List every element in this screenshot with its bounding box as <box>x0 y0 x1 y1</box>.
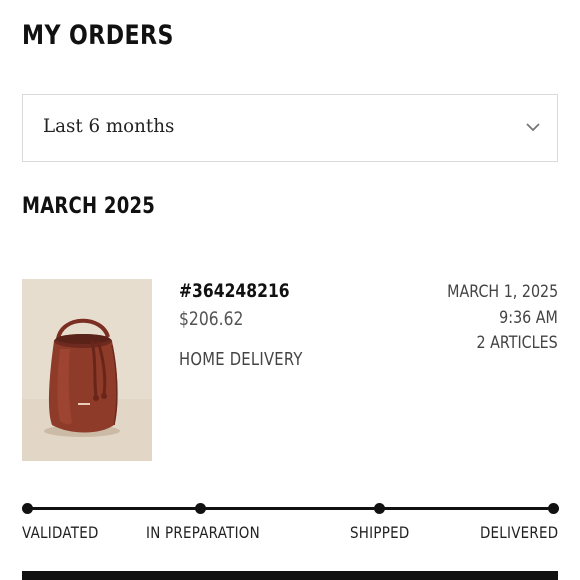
page-title: MY ORDERS <box>22 20 174 51</box>
step-label-shipped: SHIPPED <box>350 523 410 542</box>
step-dot-shipped <box>374 503 385 514</box>
step-dot-in-preparation <box>195 503 206 514</box>
period-filter-value: Last 6 months <box>43 115 175 137</box>
step-label-delivered: DELIVERED <box>479 523 558 542</box>
chevron-down-icon <box>526 123 540 132</box>
order-date: MARCH 1, 2025 <box>446 282 558 302</box>
order-time: 9:36 AM <box>499 308 558 328</box>
product-image[interactable] <box>22 279 152 461</box>
period-filter-select[interactable]: Last 6 months <box>22 94 558 162</box>
order-number[interactable]: #364248216 <box>179 280 290 302</box>
delivery-method: HOME DELIVERY <box>179 349 303 370</box>
step-dot-validated <box>22 503 33 514</box>
order-details-button[interactable] <box>22 571 558 580</box>
step-label-in-preparation: IN PREPARATION <box>146 523 260 542</box>
bucket-bag-image <box>22 279 152 461</box>
step-label-validated: VALIDATED <box>22 523 99 542</box>
orders-page: MY ORDERS Last 6 months MARCH 2025 #3642… <box>0 0 580 580</box>
order-status-tracker: VALIDATED IN PREPARATION SHIPPED DELIVER… <box>22 500 559 550</box>
order-total: $206.62 <box>179 308 244 330</box>
tracker-line <box>26 507 554 510</box>
order-card[interactable]: #364248216 $206.62 HOME DELIVERY MARCH 1… <box>22 279 558 463</box>
month-heading: MARCH 2025 <box>22 194 156 219</box>
step-dot-delivered <box>548 503 559 514</box>
order-article-count: 2 ARTICLES <box>476 333 558 353</box>
